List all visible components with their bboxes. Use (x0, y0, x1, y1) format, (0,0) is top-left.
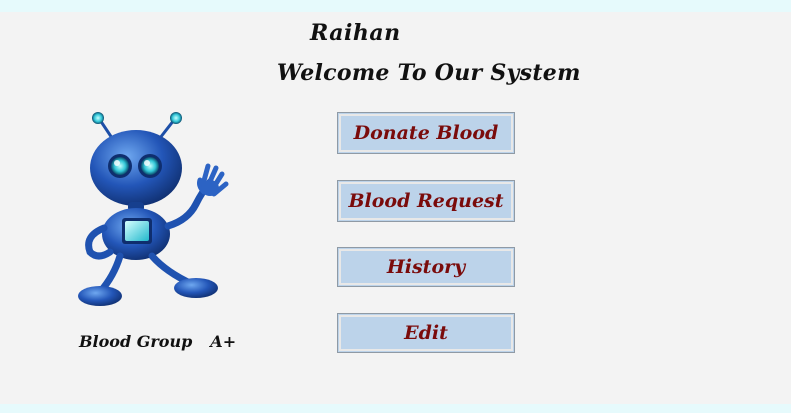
username-label: Raihan (310, 20, 401, 46)
blood-group-row: Blood Group A+ (79, 332, 236, 351)
welcome-title: Welcome To Our System (277, 60, 581, 86)
history-button[interactable]: History (337, 247, 515, 287)
robot-icon (78, 112, 229, 306)
main-panel: Raihan Welcome To Our System Donate Bloo… (0, 12, 791, 404)
edit-button[interactable]: Edit (337, 313, 515, 353)
blood-group-value: A+ (210, 332, 237, 351)
blood-request-button[interactable]: Blood Request (337, 180, 515, 222)
blood-group-label: Blood Group (79, 332, 193, 351)
donate-blood-button[interactable]: Donate Blood (337, 112, 515, 154)
